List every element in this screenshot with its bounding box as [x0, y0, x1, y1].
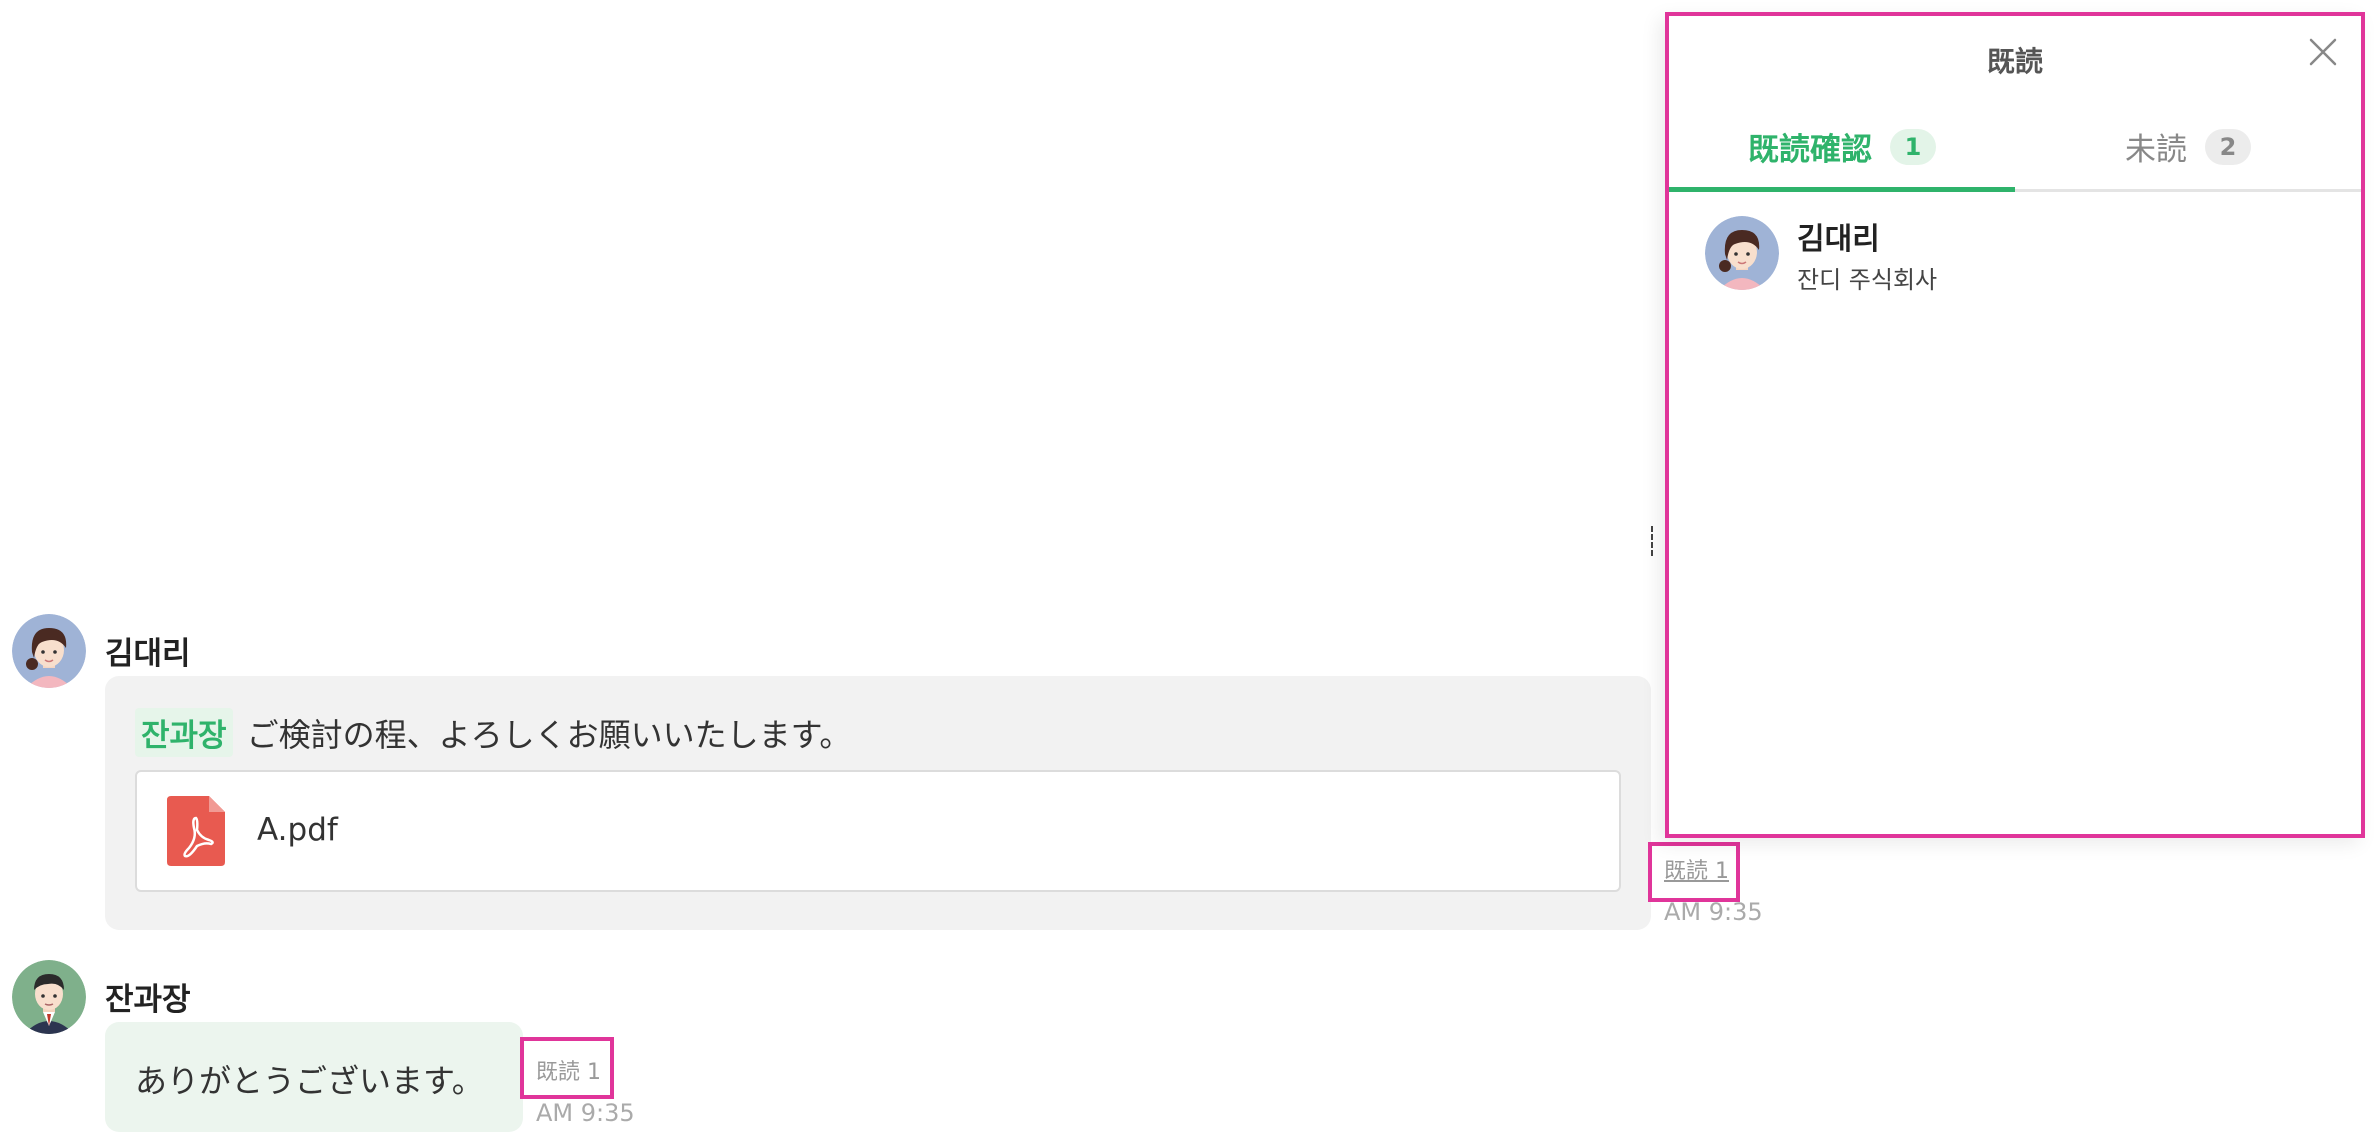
- reader-name: 김대리: [1797, 222, 1880, 257]
- chat-screen: 김대리 잔과장 ご検討の程、よろしくお願いいたします。 A.pdf 既読 1 A…: [0, 0, 2374, 1146]
- close-icon: [2309, 38, 2337, 66]
- tab-unread[interactable]: 未読 2: [2015, 104, 2361, 189]
- read-status-link[interactable]: 既読 1: [536, 1054, 601, 1086]
- panel-title: 既読: [1986, 45, 2043, 78]
- timestamp: AM 9:35: [1664, 898, 1763, 926]
- tab-count-badge: 2: [2205, 128, 2251, 165]
- close-button[interactable]: [2305, 34, 2341, 70]
- read-status-link[interactable]: 既読 1: [1664, 853, 1729, 885]
- tab-label: 未読: [2125, 132, 2187, 168]
- tab-label: 既読確認: [1748, 132, 1872, 168]
- read-receipt-panel: 既読 既読確認 1 未読 2 김대리 잔디 주식회사: [1665, 12, 2365, 838]
- female-avatar-icon: [12, 614, 86, 688]
- message-bubble: ありがとうございます。: [105, 1022, 523, 1132]
- sender-name[interactable]: 잔과장: [105, 974, 191, 1019]
- panel-resize-handle[interactable]: [1651, 526, 1657, 556]
- avatar[interactable]: [12, 614, 86, 688]
- read-tabs: 既読確認 1 未読 2: [1669, 104, 2361, 192]
- sender-name[interactable]: 김대리: [105, 628, 191, 673]
- tab-count-badge: 1: [1890, 128, 1936, 165]
- file-attachment[interactable]: A.pdf: [135, 770, 1621, 892]
- reader-company: 잔디 주식회사: [1797, 266, 1938, 294]
- message-bubble: 잔과장 ご検討の程、よろしくお願いいたします。 A.pdf: [105, 676, 1651, 930]
- male-avatar-icon: [12, 960, 86, 1034]
- mention-tag[interactable]: 잔과장: [135, 708, 233, 757]
- file-name: A.pdf: [257, 812, 338, 848]
- timestamp: AM 9:35: [536, 1099, 635, 1127]
- avatar: [1705, 216, 1779, 290]
- pdf-icon: [167, 796, 225, 866]
- reader-list-item[interactable]: 김대리 잔디 주식회사: [1705, 204, 2325, 294]
- message-text: ありがとうございます。: [135, 1062, 484, 1100]
- message-text: ご検討の程、よろしくお願いいたします。: [246, 715, 852, 754]
- message-content: 잔과장 ご検討の程、よろしくお願いいたします。: [135, 708, 851, 757]
- tab-read[interactable]: 既読確認 1: [1669, 104, 2015, 192]
- avatar[interactable]: [12, 960, 86, 1034]
- female-avatar-icon: [1705, 216, 1779, 290]
